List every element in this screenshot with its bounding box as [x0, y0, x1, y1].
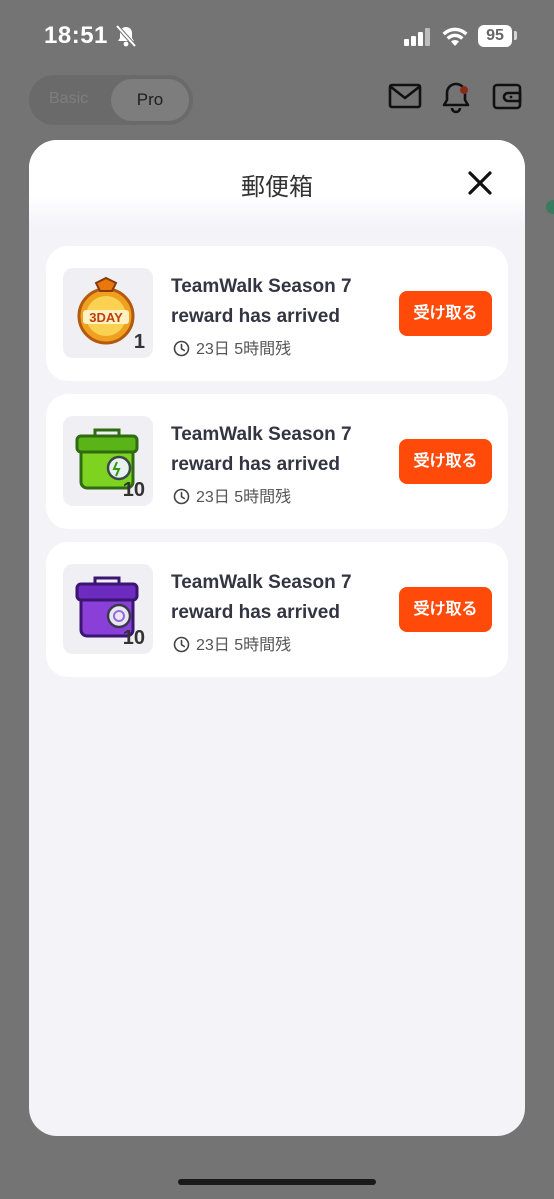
mail-item: 3DAY 1 TeamWalk Season 7 reward has arri…	[46, 246, 508, 381]
modal-title: 郵便箱	[241, 174, 313, 201]
wifi-icon	[442, 26, 468, 51]
mail-timer: 23日 5時間残	[173, 483, 291, 510]
timer-text: 23日 5時間残	[196, 341, 292, 358]
mail-title: TeamWalk Season 7 reward has arrived	[171, 424, 352, 475]
mode-basic-option[interactable]: Basic	[49, 90, 88, 108]
mail-timer: 23日 5時間残	[173, 631, 291, 658]
reward-quantity: 10	[122, 627, 145, 649]
reward-thumbnail: 10	[63, 564, 153, 654]
mailbox-modal: 郵便箱 3DAY 1 TeamWalk Season 7 reward has …	[29, 140, 525, 1136]
timer-text: 23日 5時間残	[196, 489, 292, 506]
bell-icon[interactable]	[440, 80, 472, 119]
modal-header: 郵便箱	[29, 140, 525, 230]
svg-text:3DAY: 3DAY	[89, 310, 123, 325]
timer-text: 23日 5時間残	[196, 637, 292, 654]
claim-button[interactable]: 受け取る	[399, 291, 492, 336]
mail-title: TeamWalk Season 7 reward has arrived	[171, 572, 352, 623]
status-bar: 18:51 95	[0, 0, 554, 72]
battery-tip	[514, 31, 517, 40]
wallet-icon[interactable]	[490, 80, 524, 117]
claim-button[interactable]: 受け取る	[399, 587, 492, 632]
background-indicator	[546, 200, 554, 214]
cellular-signal-icon	[404, 28, 432, 51]
mail-item: 10 TeamWalk Season 7 reward has arrived …	[46, 394, 508, 529]
mail-timer: 23日 5時間残	[173, 335, 291, 362]
home-indicator[interactable]	[178, 1179, 376, 1185]
mail-item: 10 TeamWalk Season 7 reward has arrived …	[46, 542, 508, 677]
clock-icon	[173, 488, 190, 510]
reward-thumbnail: 3DAY 1	[63, 268, 153, 358]
reward-thumbnail: 10	[63, 416, 153, 506]
reward-quantity: 1	[133, 331, 145, 353]
bell-slash-icon	[115, 24, 137, 53]
mode-toggle[interactable]: Basic Pro	[29, 75, 193, 125]
claim-button[interactable]: 受け取る	[399, 439, 492, 484]
notification-dot	[460, 86, 468, 94]
status-time: 18:51	[44, 22, 108, 49]
reward-quantity: 10	[122, 479, 145, 501]
mail-icon[interactable]	[388, 80, 422, 117]
close-icon[interactable]	[465, 168, 495, 198]
clock-icon	[173, 636, 190, 658]
clock-icon	[173, 340, 190, 362]
mail-title: TeamWalk Season 7 reward has arrived	[171, 276, 352, 327]
battery-icon: 95	[478, 25, 512, 47]
mode-pro-option[interactable]: Pro	[111, 79, 189, 121]
